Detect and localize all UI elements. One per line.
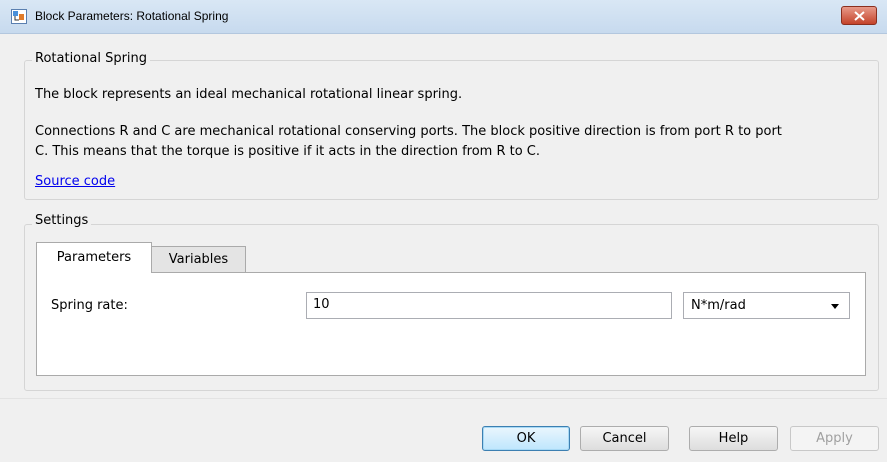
- window-title: Block Parameters: Rotational Spring: [35, 9, 229, 23]
- source-code-link[interactable]: Source code: [35, 174, 115, 189]
- block-details-line-2: C. This means that the torque is positiv…: [35, 144, 541, 159]
- parameters-panel: [36, 272, 866, 376]
- block-details-line-1: Connections R and C are mechanical rotat…: [35, 124, 782, 139]
- block-group-label: Rotational Spring: [32, 51, 151, 66]
- tab-parameters-label: Parameters: [56, 250, 132, 265]
- help-button[interactable]: Help: [689, 426, 778, 451]
- tab-variables-label: Variables: [168, 252, 229, 267]
- ok-button[interactable]: OK: [482, 426, 570, 451]
- cancel-button[interactable]: Cancel: [580, 426, 669, 451]
- spring-rate-input[interactable]: 10: [306, 292, 672, 319]
- spring-rate-unit-select[interactable]: N*m/rad: [683, 292, 850, 319]
- chevron-down-icon: [831, 304, 839, 309]
- tab-variables[interactable]: Variables: [151, 246, 246, 273]
- close-button[interactable]: [841, 6, 877, 25]
- title-bar[interactable]: Block Parameters: Rotational Spring: [0, 0, 887, 34]
- apply-button[interactable]: Apply: [790, 426, 879, 451]
- simulink-app-icon: [11, 9, 27, 24]
- spring-rate-label: Spring rate:: [51, 298, 128, 313]
- settings-group-label: Settings: [32, 213, 92, 228]
- button-area-divider: [0, 398, 887, 399]
- close-icon: [854, 11, 865, 21]
- block-description: The block represents an ideal mechanical…: [35, 87, 463, 102]
- tab-parameters[interactable]: Parameters: [36, 242, 152, 273]
- spring-rate-unit-value: N*m/rad: [691, 298, 746, 313]
